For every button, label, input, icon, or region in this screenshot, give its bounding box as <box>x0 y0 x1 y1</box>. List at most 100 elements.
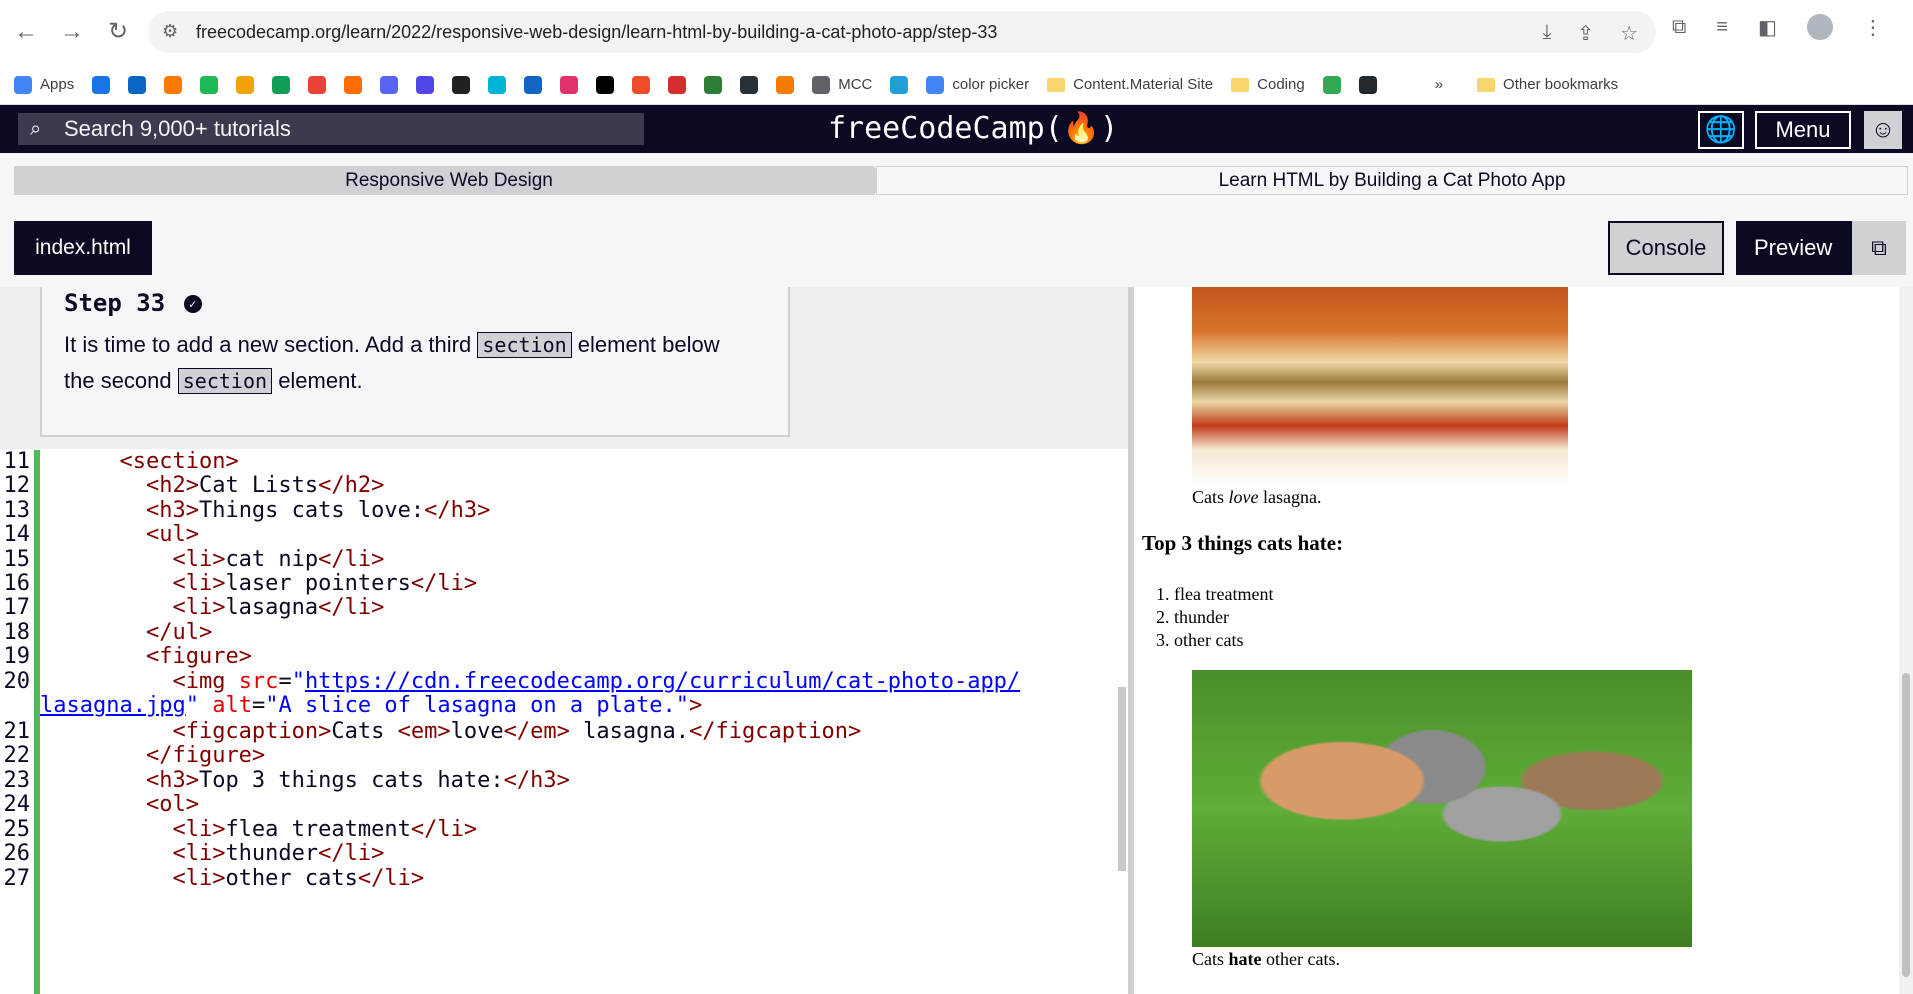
bookmark-item[interactable]: MCC <box>812 75 873 94</box>
bookmark-item[interactable] <box>1322 75 1341 94</box>
search-placeholder: Search 9,000+ tutorials <box>64 116 291 141</box>
extensions-icon[interactable]: ⧉ <box>1672 16 1686 39</box>
bookmark-item[interactable] <box>668 75 687 94</box>
bookmark-item[interactable] <box>416 75 435 94</box>
list-item: thunder <box>1174 606 1273 629</box>
profile-avatar[interactable] <box>1806 14 1833 40</box>
desc-text-3: the second <box>64 368 172 393</box>
bookmark-item[interactable] <box>200 75 219 94</box>
list-item: other cats <box>1174 629 1273 652</box>
bookmark-item[interactable] <box>1358 75 1377 94</box>
menu-button[interactable]: Menu <box>1755 111 1851 149</box>
editor-pane: Step 33 ✓ It is time to add a new sectio… <box>0 287 1128 994</box>
site-info-icon[interactable]: ⚙ <box>162 21 178 42</box>
install-icon[interactable]: ⤓ <box>1542 21 1551 46</box>
tab-index-html[interactable]: index.html <box>14 221 152 275</box>
code-line[interactable]: 27 <li>other cats</li> <box>0 866 1120 896</box>
more-bookmarks-chevron[interactable]: » <box>1435 76 1443 93</box>
language-icon[interactable]: 🌐 <box>1698 111 1744 149</box>
bookmark-item[interactable]: Content.Material Site <box>1047 76 1213 93</box>
bookmark-item[interactable] <box>452 75 471 94</box>
back-icon[interactable]: ← <box>8 14 44 50</box>
bookmark-icon <box>776 75 795 94</box>
kittens-caption: Cats hate other cats. <box>1192 949 1340 969</box>
search-icon: ⌕ <box>30 118 42 140</box>
other-bookmarks[interactable]: Other bookmarks <box>1477 76 1618 93</box>
check-circle-icon: ✓ <box>183 295 202 313</box>
bookmark-icon <box>926 75 945 94</box>
bookmark-label: color picker <box>952 76 1030 93</box>
search-input[interactable]: ⌕ Search 9,000+ tutorials <box>18 113 644 145</box>
bookmark-item[interactable] <box>164 75 183 94</box>
code-chip-section-1: section <box>477 332 572 358</box>
bookmark-item[interactable] <box>740 75 759 94</box>
code-editor[interactable]: 11 <section> 12 <h2>Cat Lists</h2> 13 <h… <box>0 449 1128 994</box>
bookmark-item[interactable]: Coding <box>1231 76 1305 93</box>
browser-toolbar: ← → ↻ ⚙ freecodecamp.org/learn/2022/resp… <box>0 0 1913 65</box>
step-title: Step 33 ✓ <box>64 289 766 317</box>
bookmark-item[interactable]: Apps <box>14 75 75 94</box>
breadcrumb-superblock[interactable]: Responsive Web Design <box>14 166 884 195</box>
bookmark-item[interactable] <box>488 75 507 94</box>
popout-icon[interactable]: ⧉ <box>1852 221 1906 275</box>
bookmark-icon <box>1358 75 1377 94</box>
bookmark-icon <box>272 75 291 94</box>
bookmark-item[interactable] <box>236 75 255 94</box>
bookmark-icon <box>704 75 723 94</box>
bookmark-label: Content.Material Site <box>1073 76 1214 93</box>
url-text[interactable]: freecodecamp.org/learn/2022/responsive-w… <box>196 22 997 43</box>
side-panel-icon[interactable]: ◧ <box>1758 15 1777 40</box>
list-item: flea treatment <box>1174 583 1273 606</box>
bookmark-item[interactable] <box>524 75 543 94</box>
user-avatar[interactable]: ☺ <box>1864 111 1902 149</box>
bookmark-item[interactable] <box>344 75 363 94</box>
share-icon[interactable]: ⇪ <box>1577 21 1594 46</box>
bookmark-item[interactable] <box>596 75 615 94</box>
bookmark-icon <box>344 75 363 94</box>
address-bar[interactable]: ⚙ freecodecamp.org/learn/2022/responsive… <box>148 11 1656 53</box>
instructions-box: Step 33 ✓ It is time to add a new sectio… <box>40 287 790 437</box>
bookmark-icon <box>416 75 435 94</box>
bookmark-icon <box>308 75 327 94</box>
bookmark-item[interactable] <box>380 75 399 94</box>
fcc-logo[interactable]: freeCodeCamp(🔥) <box>828 111 1118 146</box>
star-icon[interactable]: ☆ <box>1620 21 1638 46</box>
bookmark-label: Coding <box>1257 76 1305 93</box>
bookmark-item[interactable] <box>560 75 579 94</box>
bookmark-item[interactable]: color picker <box>926 75 1030 94</box>
kittens-image <box>1192 670 1692 947</box>
bookmark-icon <box>92 75 111 94</box>
breadcrumb-block[interactable]: Learn HTML by Building a Cat Photo App <box>876 166 1908 195</box>
bookmark-icon <box>668 75 687 94</box>
media-icon[interactable]: ≡ <box>1716 16 1728 39</box>
preview-scrollbar[interactable] <box>1899 287 1913 994</box>
chrome-menu-icon[interactable]: ⋮ <box>1863 15 1883 40</box>
fcc-navbar: ⌕ Search 9,000+ tutorials freeCodeCamp(🔥… <box>0 105 1913 153</box>
editor-scrollbar[interactable] <box>1118 687 1126 871</box>
bookmark-item[interactable] <box>704 75 723 94</box>
preview-scroll-thumb[interactable] <box>1902 673 1910 977</box>
bookmark-icon <box>236 75 255 94</box>
bookmark-item[interactable] <box>890 75 909 94</box>
instructions-panel: Step 33 ✓ It is time to add a new sectio… <box>0 287 1128 449</box>
bookmark-label: MCC <box>838 76 873 93</box>
desc-text-4: element. <box>278 368 363 393</box>
bookmark-item[interactable] <box>272 75 291 94</box>
bookmark-icon <box>14 75 32 94</box>
code-chip-section-2: section <box>177 368 273 394</box>
bookmark-icon <box>740 75 759 94</box>
forward-icon[interactable]: → <box>54 14 90 50</box>
preview-label: Preview <box>1754 235 1833 260</box>
bookmark-item[interactable] <box>776 75 795 94</box>
preview-pane: Cats love lasagna. Top 3 things cats hat… <box>1134 287 1913 994</box>
reload-icon[interactable]: ↻ <box>100 14 136 50</box>
bookmark-label: Apps <box>40 76 75 93</box>
bookmark-item[interactable] <box>308 75 327 94</box>
bookmark-icon <box>560 75 579 94</box>
bookmark-item[interactable] <box>128 75 147 94</box>
bookmark-item[interactable] <box>92 75 111 94</box>
console-button[interactable]: Console <box>1608 221 1724 275</box>
bookmark-icon <box>890 75 909 94</box>
preview-button[interactable]: Preview ⧉ <box>1736 221 1906 275</box>
bookmark-item[interactable] <box>632 75 651 94</box>
